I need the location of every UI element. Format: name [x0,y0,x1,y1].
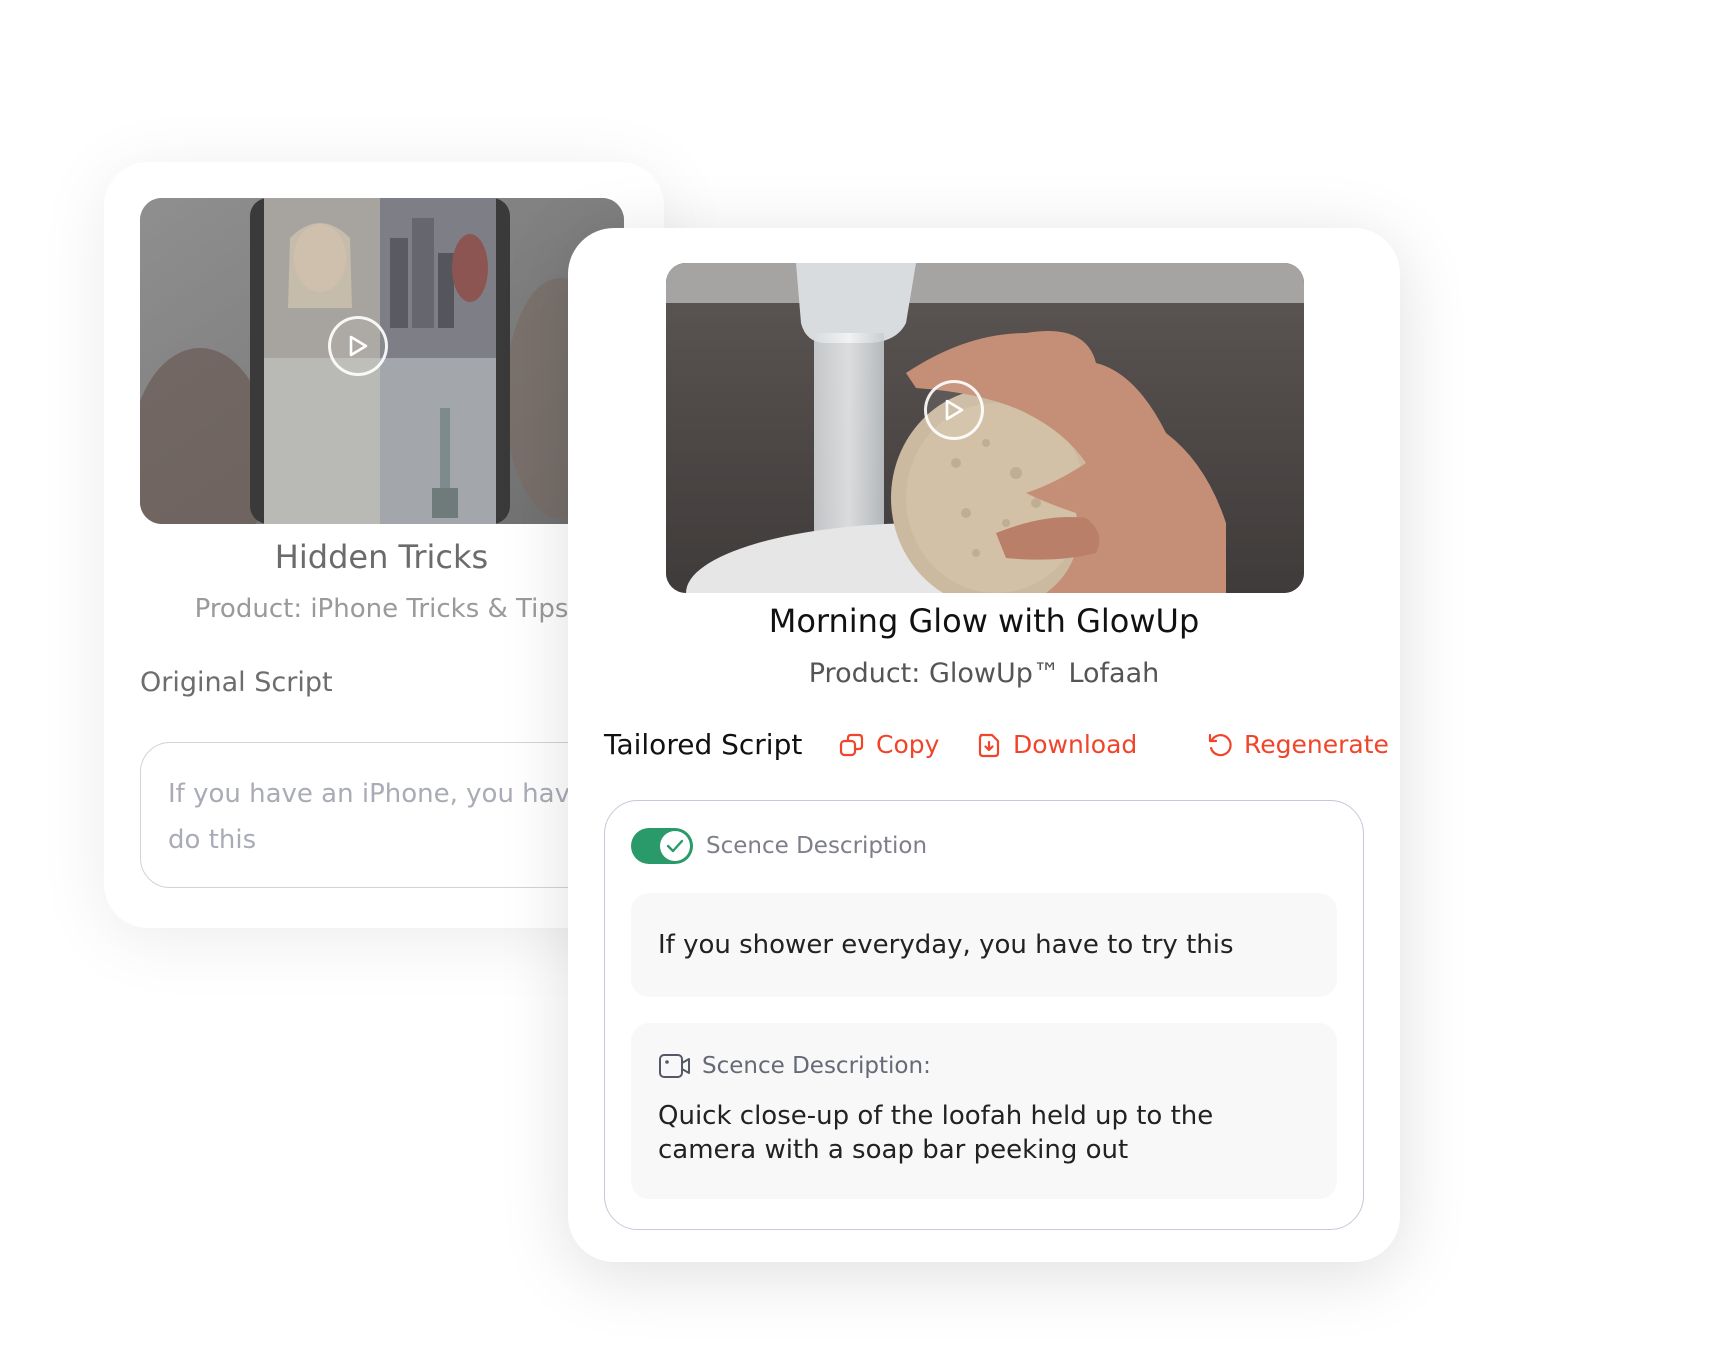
scene-description-text: Quick close-up of the loofah held up to … [658,1101,1214,1165]
script-line-text: If you shower everyday, you have to try … [658,930,1234,960]
tailored-script-label: Tailored Script [604,728,803,761]
play-icon[interactable] [924,380,984,440]
copy-icon [839,733,864,756]
script-toolbar: Tailored Script Copy Download Regenerate [604,728,1389,768]
scene-description-heading: Scence Description: [702,1053,931,1079]
check-icon [666,839,684,853]
scene-description-toggle-label: Scence Description [706,833,928,859]
tailored-script-panel: Scence Description If you shower everyda… [604,800,1364,1230]
scene-description-toggle[interactable] [631,828,693,864]
scene-description-header: Scence Description: [658,1051,1310,1081]
scene-description-toggle-row: Scence Description [631,827,927,865]
copy-label: Copy [876,730,940,759]
copy-button[interactable]: Copy [838,730,939,759]
original-script-placeholder: If you have an iPhone, you have to do th… [168,779,621,855]
video-camera-icon [659,1054,690,1078]
loofah-video-image [666,263,1304,593]
script-line-box[interactable]: If you shower everyday, you have to try … [631,893,1337,997]
original-video-thumbnail[interactable] [140,198,624,524]
original-script-label: Original Script [140,667,333,698]
tailored-card-product: Product: GlowUp™ Lofaah [808,658,1160,689]
regenerate-label: Regenerate [1244,730,1389,759]
toggle-knob [660,831,690,861]
tailored-video-thumbnail[interactable] [666,263,1304,593]
download-label: Download [1013,730,1138,759]
regenerate-button[interactable]: Regenerate [1206,730,1389,759]
scene-description-box[interactable]: Scence Description: Quick close-up of th… [631,1023,1337,1199]
refresh-icon [1208,733,1232,756]
play-icon[interactable] [328,316,388,376]
download-icon [978,733,1000,757]
tailored-script-card: Morning Glow with GlowUp Product: GlowUp… [568,228,1400,1262]
tailored-card-title: Morning Glow with GlowUp [768,602,1200,640]
download-button[interactable]: Download [975,730,1137,759]
